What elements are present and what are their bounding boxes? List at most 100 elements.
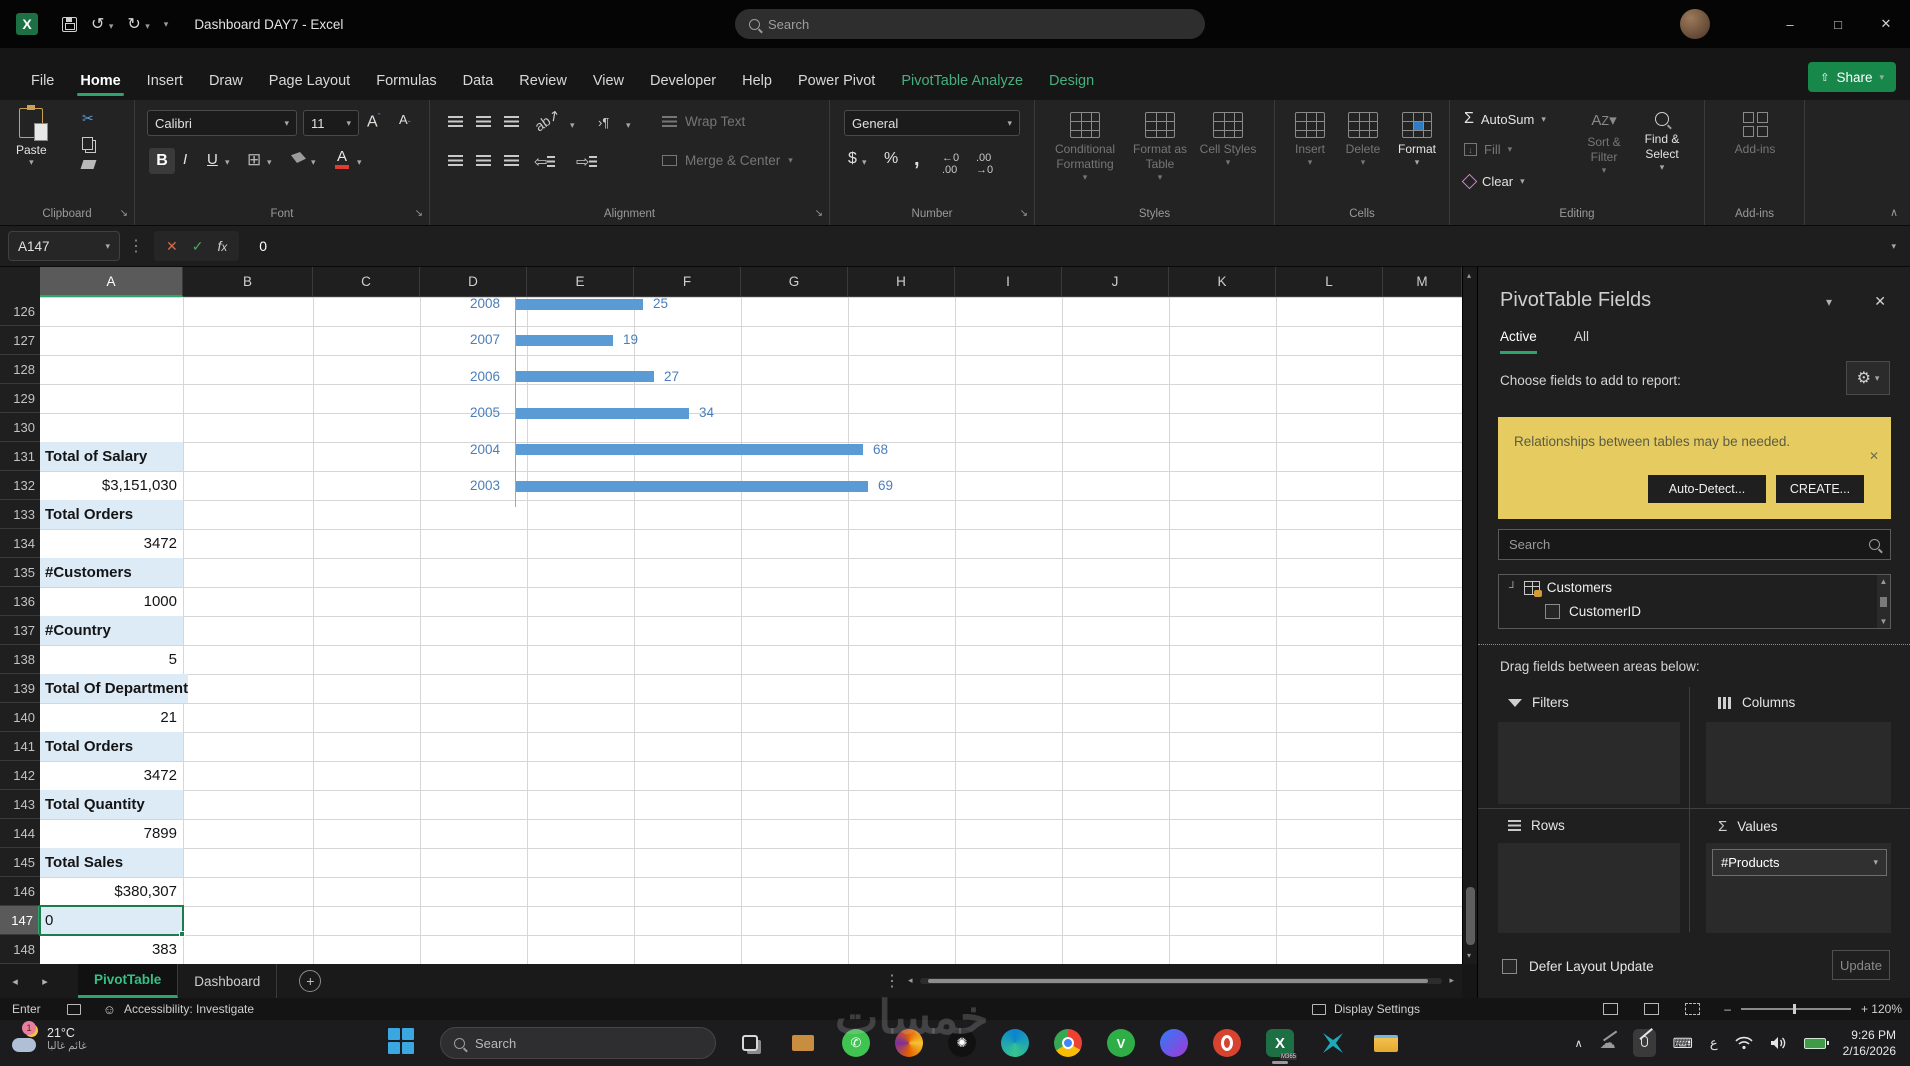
row-header-134[interactable]: 134 bbox=[0, 529, 40, 558]
tray-chevron-up-icon[interactable]: ∧ bbox=[1575, 1037, 1583, 1050]
cell-A140[interactable]: 21 bbox=[40, 703, 183, 732]
format-as-table-button[interactable]: Format as Table ▾ bbox=[1127, 112, 1193, 183]
align-right-icon[interactable] bbox=[504, 155, 519, 166]
font-name-combo[interactable]: Calibri ▾ bbox=[147, 110, 297, 136]
zoom-out-icon[interactable]: – bbox=[1724, 1002, 1731, 1016]
text-direction-dropdown[interactable]: ▾ bbox=[626, 120, 631, 131]
font-size-combo[interactable]: 11 ▾ bbox=[303, 110, 359, 136]
cell-A133[interactable]: Total Orders bbox=[40, 500, 183, 529]
row-header-132[interactable]: 132 bbox=[0, 471, 40, 500]
taskbar-search[interactable]: Search bbox=[440, 1027, 716, 1059]
vertical-scrollbar[interactable]: ▴ ▾ bbox=[1462, 267, 1477, 964]
cell-A148[interactable]: 383 bbox=[40, 935, 183, 964]
text-direction-icon[interactable]: ›¶ bbox=[598, 115, 609, 130]
column-header-M[interactable]: M bbox=[1383, 267, 1462, 297]
row-header-127[interactable]: 127 bbox=[0, 326, 40, 355]
ribbon-tab-design[interactable]: Design bbox=[1036, 65, 1107, 100]
row-header-130[interactable]: 130 bbox=[0, 413, 40, 442]
enter-icon[interactable]: ✓ bbox=[192, 238, 204, 255]
values-field-products[interactable]: #Products ▾ bbox=[1712, 849, 1887, 876]
align-left-icon[interactable] bbox=[448, 155, 463, 166]
zoom-slider-thumb[interactable] bbox=[1792, 1004, 1796, 1014]
zoom-slider[interactable] bbox=[1740, 1004, 1851, 1014]
conditional-formatting-button[interactable]: Conditional Formatting ▾ bbox=[1049, 112, 1121, 183]
borders-dropdown[interactable]: ▾ bbox=[267, 157, 272, 168]
zoom-in-icon[interactable]: + bbox=[1861, 1002, 1868, 1016]
column-header-C[interactable]: C bbox=[313, 267, 420, 297]
scroll-left-icon[interactable]: ◂ bbox=[908, 975, 913, 986]
defer-layout-checkbox[interactable] bbox=[1502, 959, 1517, 974]
font-dialog-launcher[interactable]: ↘ bbox=[415, 208, 423, 219]
horizontal-scroll-thumb[interactable] bbox=[928, 979, 1428, 983]
cell-A131[interactable]: Total of Salary bbox=[40, 442, 183, 471]
cell-styles-button[interactable]: Cell Styles ▾ bbox=[1199, 112, 1257, 168]
weather-widget[interactable]: 1 21°C غائم غالبا bbox=[10, 1021, 87, 1054]
collapse-ribbon-icon[interactable]: ∧ bbox=[1890, 206, 1898, 219]
find-select-button[interactable]: Find & Select ▾ bbox=[1636, 112, 1688, 173]
wrap-text-button[interactable]: Wrap Text bbox=[662, 114, 745, 129]
page-break-view-icon[interactable] bbox=[1685, 1003, 1700, 1015]
ribbon-tab-file[interactable]: File bbox=[18, 65, 67, 100]
cell-A138[interactable]: 5 bbox=[40, 645, 183, 674]
user-avatar[interactable] bbox=[1680, 9, 1710, 39]
display-settings-button[interactable]: Display Settings bbox=[1311, 1002, 1420, 1016]
increase-indent-icon[interactable]: ⇨ bbox=[576, 152, 598, 172]
row-header-147[interactable]: 147 bbox=[0, 906, 40, 935]
accounting-dropdown[interactable]: ▾ bbox=[862, 157, 867, 168]
start-button[interactable] bbox=[388, 1028, 414, 1054]
cell-A145[interactable]: Total Sales bbox=[40, 848, 183, 877]
titlebar-search[interactable]: Search bbox=[735, 9, 1205, 39]
column-header-A[interactable]: A bbox=[40, 267, 183, 297]
number-dialog-launcher[interactable]: ↘ bbox=[1020, 208, 1028, 219]
tools-button[interactable]: ⚙ ▾ bbox=[1846, 361, 1890, 395]
share-button[interactable]: ⇧ Share ▾ bbox=[1808, 62, 1896, 92]
comma-style-button[interactable]: , bbox=[914, 148, 920, 171]
sheet-tab-dashboard[interactable]: Dashboard bbox=[178, 964, 278, 998]
file-explorer-icon[interactable] bbox=[1371, 1028, 1401, 1058]
files-app-icon[interactable] bbox=[788, 1028, 818, 1058]
new-sheet-button[interactable]: + bbox=[299, 970, 322, 992]
expand-formula-bar-icon[interactable]: ▾ bbox=[1891, 241, 1896, 252]
column-header-D[interactable]: D bbox=[420, 267, 527, 297]
row-header-129[interactable]: 129 bbox=[0, 384, 40, 413]
cell-A137[interactable]: #Country bbox=[40, 616, 183, 645]
v-app-icon[interactable]: V bbox=[1106, 1028, 1136, 1058]
edge-icon[interactable] bbox=[1000, 1028, 1030, 1058]
format-painter-icon[interactable] bbox=[80, 160, 97, 169]
task-view-icon[interactable] bbox=[735, 1028, 765, 1058]
accounting-format-button[interactable]: $ bbox=[848, 150, 857, 168]
delete-cells-button[interactable]: Delete ▾ bbox=[1337, 112, 1389, 168]
macro-record-icon[interactable] bbox=[66, 1003, 81, 1015]
rows-drop-zone[interactable] bbox=[1498, 843, 1680, 933]
panel-options-chevron-icon[interactable]: ▾ bbox=[1826, 295, 1832, 309]
accessibility-status[interactable]: Accessibility: Investigate bbox=[124, 1002, 254, 1016]
name-box[interactable]: A147 ▾ bbox=[8, 231, 120, 261]
minimize-button[interactable]: – bbox=[1766, 0, 1814, 48]
input-language-indicator[interactable]: ع bbox=[1710, 1035, 1718, 1051]
column-header-B[interactable]: B bbox=[183, 267, 313, 297]
panel-close-icon[interactable]: ✕ bbox=[1874, 293, 1886, 310]
ribbon-tab-developer[interactable]: Developer bbox=[637, 65, 729, 100]
row-header-133[interactable]: 133 bbox=[0, 500, 40, 529]
increase-decimal-button[interactable]: ←0.00 bbox=[942, 152, 959, 176]
opera-icon[interactable] bbox=[1212, 1028, 1242, 1058]
column-header-J[interactable]: J bbox=[1062, 267, 1169, 297]
field-checkbox[interactable] bbox=[1545, 604, 1560, 619]
scroll-right-icon[interactable]: ▸ bbox=[1449, 975, 1454, 986]
shrink-font-button[interactable]: Aˇ bbox=[399, 112, 411, 130]
row-header-141[interactable]: 141 bbox=[0, 732, 40, 761]
ribbon-tab-page-layout[interactable]: Page Layout bbox=[256, 65, 363, 100]
column-header-K[interactable]: K bbox=[1169, 267, 1276, 297]
next-sheet-icon[interactable]: ▸ bbox=[30, 975, 60, 988]
ribbon-tab-power-pivot[interactable]: Power Pivot bbox=[785, 65, 888, 100]
field-table-customers[interactable]: ┘ Customers bbox=[1509, 580, 1612, 597]
onedrive-paused-icon[interactable]: ☁ bbox=[1600, 1030, 1617, 1053]
clear-button[interactable]: Clear ▾ bbox=[1461, 173, 1525, 190]
tabbar-more-icon[interactable]: ⋮ bbox=[884, 971, 900, 991]
chrome-icon[interactable] bbox=[1053, 1028, 1083, 1058]
warning-close-icon[interactable]: ✕ bbox=[1869, 449, 1879, 463]
fill-color-button[interactable] bbox=[291, 152, 306, 163]
grow-font-button[interactable]: Aˆ bbox=[367, 112, 381, 131]
ribbon-tab-formulas[interactable]: Formulas bbox=[363, 65, 449, 100]
ribbon-tab-draw[interactable]: Draw bbox=[196, 65, 256, 100]
